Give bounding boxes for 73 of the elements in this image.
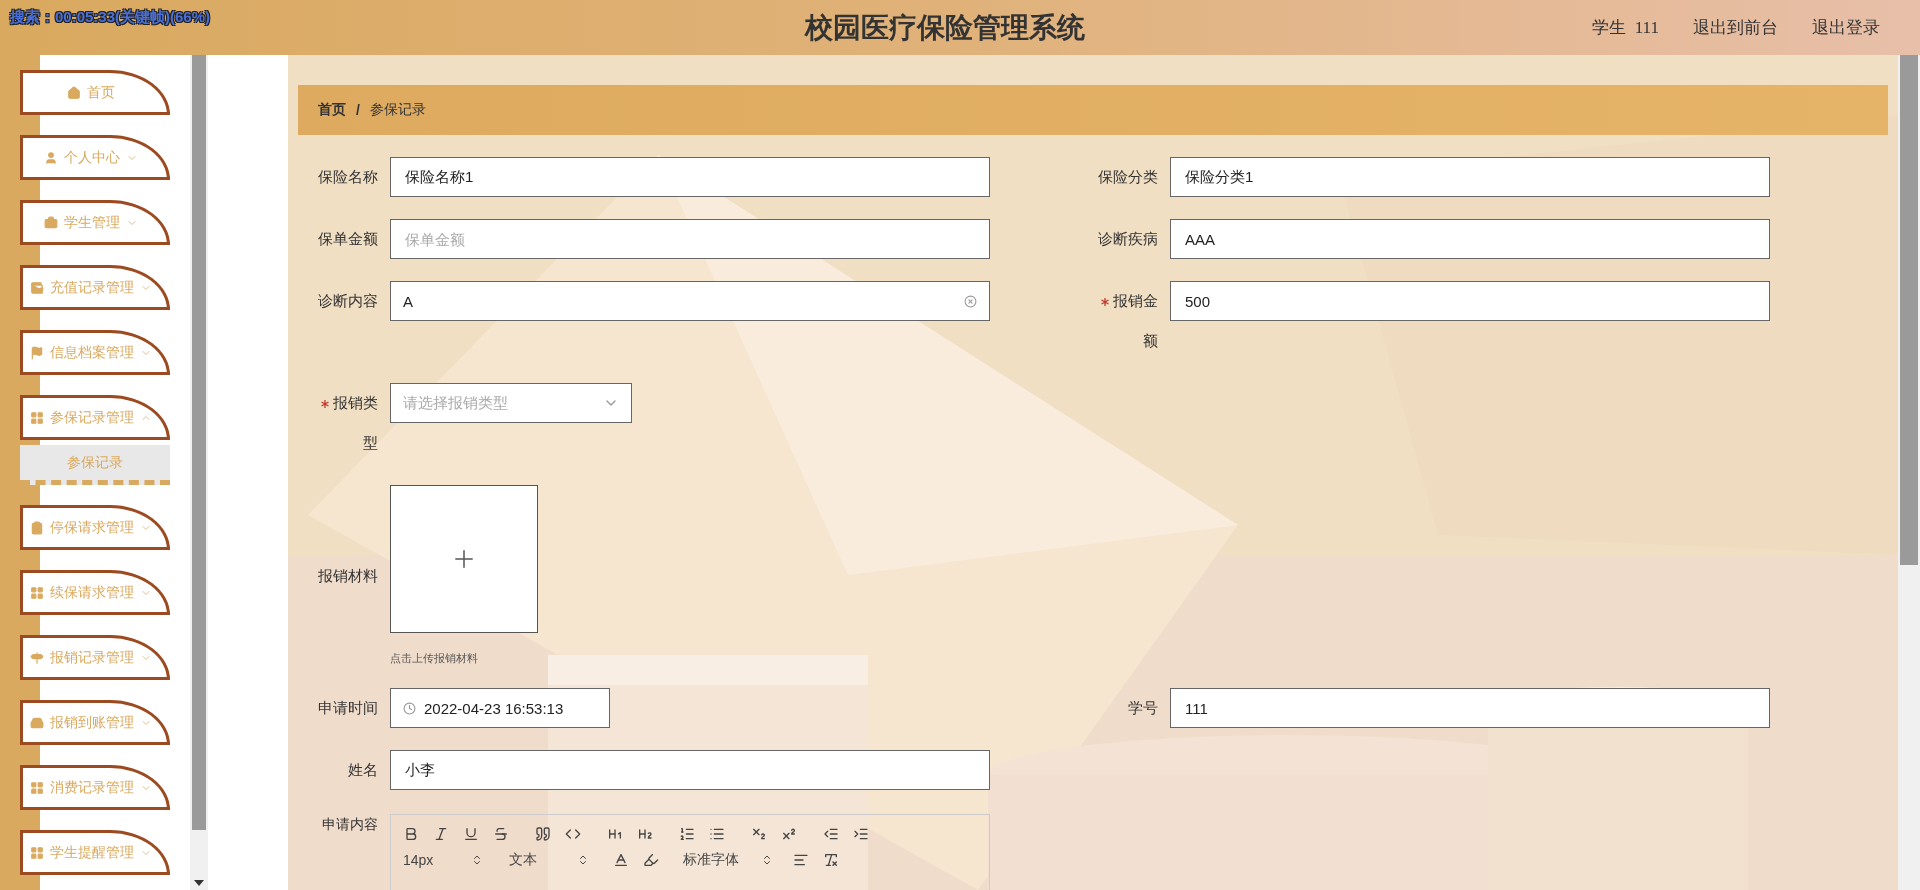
field-label: 学号 <box>1128 699 1158 716</box>
superscript-icon[interactable] <box>781 826 797 842</box>
strikethrough-icon[interactable] <box>493 826 509 842</box>
sidebar-scrollbar[interactable] <box>190 55 208 890</box>
player-overlay-text: 搜索：00:05:33(关键帧)(66%) <box>10 8 211 27</box>
field-label: 报销金额 <box>1113 292 1158 349</box>
text-field[interactable]: 小李 <box>390 750 990 790</box>
grid-icon <box>30 585 44 600</box>
bullet-list-icon[interactable] <box>709 826 725 842</box>
field-label: 诊断疾病 <box>1098 230 1158 247</box>
clear-format-icon[interactable] <box>823 852 839 868</box>
text-field[interactable]: 500 <box>1170 281 1770 321</box>
user-icon <box>44 150 58 165</box>
page-scrollbar[interactable] <box>1898 55 1920 890</box>
text-field[interactable]: 保险名称1 <box>390 157 990 197</box>
outdent-icon[interactable] <box>823 826 839 842</box>
text-color-icon[interactable] <box>613 852 629 868</box>
up-down-icon <box>761 854 773 866</box>
breadcrumb-separator: / <box>356 102 360 118</box>
subscript-icon[interactable] <box>751 826 767 842</box>
block-type-select[interactable]: 文本 <box>509 851 589 869</box>
date-field[interactable]: 2022-04-23 16:53:13 <box>390 688 610 728</box>
ordered-list-icon[interactable] <box>679 826 695 842</box>
quote-icon[interactable] <box>535 826 551 842</box>
breadcrumb-current: 参保记录 <box>369 101 426 119</box>
code-icon[interactable] <box>565 826 581 842</box>
field-label: 申请时间 <box>318 699 378 716</box>
flag-icon <box>30 345 44 360</box>
home-icon <box>67 85 81 100</box>
text-field[interactable]: A <box>390 281 990 321</box>
field-label: 诊断内容 <box>318 292 378 309</box>
indent-icon[interactable] <box>853 826 869 842</box>
system-title: 校园医疗保险管理系统 <box>805 10 1085 45</box>
field-label: 保单金额 <box>318 230 378 247</box>
heading-one-icon[interactable] <box>607 826 623 842</box>
user-label: 学生 111 <box>1592 17 1659 39</box>
header-link[interactable]: 退出到前台 <box>1693 16 1778 39</box>
text-field[interactable]: 保单金额 <box>390 219 990 259</box>
header-link[interactable]: 退出登录 <box>1812 16 1880 39</box>
up-down-icon <box>577 854 589 866</box>
signpost-icon <box>30 650 44 665</box>
grid-icon <box>30 410 44 425</box>
underline-icon[interactable] <box>463 826 479 842</box>
wallet-icon <box>30 280 44 295</box>
upload-hint: 点击上传报销材料 <box>390 651 479 666</box>
down-arrow-icon[interactable] <box>194 880 204 886</box>
up-down-icon <box>471 854 483 866</box>
breadcrumb-link[interactable]: 首页 <box>318 101 346 119</box>
highlight-icon[interactable] <box>643 852 659 868</box>
font-size-select[interactable]: 14px <box>403 852 483 868</box>
text-field[interactable]: 保险分类1 <box>1170 157 1770 197</box>
rich-text-editor[interactable]: 14px 文本 标准字体 <box>390 814 990 890</box>
clear-icon[interactable] <box>964 294 977 308</box>
field-label: 姓名 <box>348 761 378 778</box>
briefcase-icon <box>44 215 58 230</box>
grid-icon <box>30 845 44 860</box>
italic-icon[interactable] <box>433 826 449 842</box>
text-field[interactable]: 111 <box>1170 688 1770 728</box>
field-label: 保险分类 <box>1098 168 1158 185</box>
font-family-select[interactable]: 标准字体 <box>683 851 773 869</box>
field-label: 保险名称 <box>318 168 378 185</box>
field-label: 报销材料 <box>318 566 378 584</box>
field-label: 申请内容 <box>322 816 378 832</box>
clock-icon <box>403 701 416 715</box>
bold-icon[interactable] <box>403 826 419 842</box>
upload-button[interactable] <box>390 485 538 633</box>
text-field[interactable]: AAA <box>1170 219 1770 259</box>
grid-icon <box>30 780 44 795</box>
clipboard-icon <box>30 520 44 535</box>
field-label: 报销类型 <box>333 394 378 451</box>
tray-icon <box>30 715 44 730</box>
heading-two-icon[interactable] <box>637 826 653 842</box>
align-left-icon[interactable] <box>793 852 809 868</box>
